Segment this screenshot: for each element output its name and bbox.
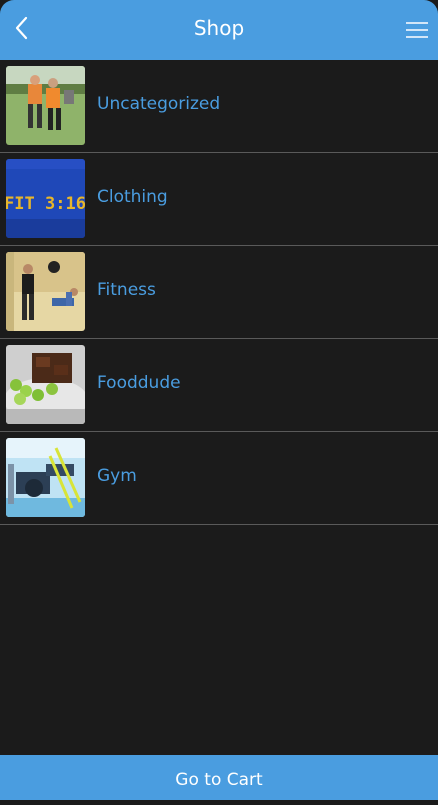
category-row-uncategorized[interactable]: Uncategorized bbox=[0, 60, 438, 153]
category-list: Uncategorized FIT 3:16 Clothing Fitness … bbox=[0, 60, 438, 525]
go-to-cart-button[interactable]: Go to Cart bbox=[0, 755, 438, 800]
category-thumbnail bbox=[6, 345, 85, 424]
thumbnail-text: FIT 3:16 bbox=[6, 194, 85, 214]
app-header: Shop bbox=[0, 0, 438, 60]
category-label: Fitness bbox=[97, 280, 156, 300]
category-row-fitness[interactable]: Fitness bbox=[0, 246, 438, 339]
menu-button[interactable] bbox=[402, 16, 432, 44]
page-title: Shop bbox=[193, 16, 245, 40]
category-thumbnail bbox=[6, 252, 85, 331]
category-row-gym[interactable]: Gym bbox=[0, 432, 438, 525]
category-thumbnail bbox=[6, 438, 85, 517]
category-label: Fooddude bbox=[97, 373, 181, 393]
category-label: Gym bbox=[97, 466, 137, 486]
category-label: Clothing bbox=[97, 187, 168, 207]
category-thumbnail bbox=[6, 66, 85, 145]
category-row-fooddude[interactable]: Fooddude bbox=[0, 339, 438, 432]
category-label: Uncategorized bbox=[97, 94, 221, 114]
category-thumbnail: FIT 3:16 bbox=[6, 159, 85, 238]
category-row-clothing[interactable]: FIT 3:16 Clothing bbox=[0, 153, 438, 246]
hamburger-menu-icon bbox=[406, 22, 428, 38]
